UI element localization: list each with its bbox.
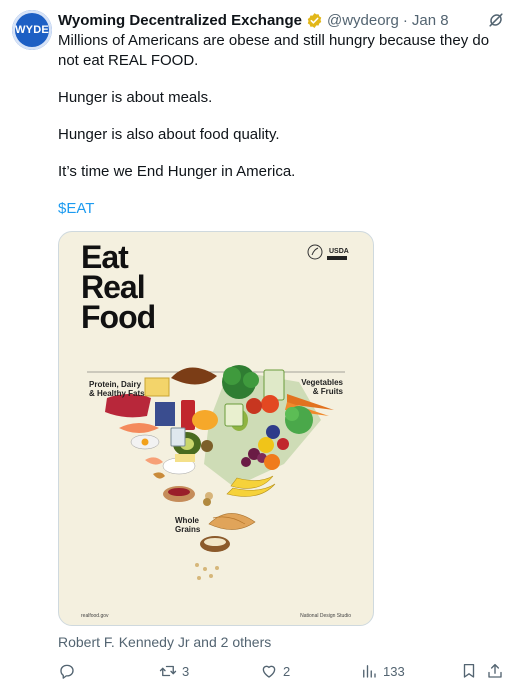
- poster-footer-right: National Design Studio: [300, 613, 351, 619]
- poster-footer-left: realfood.gov: [81, 613, 109, 619]
- label-line: & Healthy Fats: [89, 389, 145, 398]
- reply-icon: [60, 664, 74, 679]
- tweet-date[interactable]: Jan 8: [412, 12, 449, 29]
- grok-icon[interactable]: [486, 10, 506, 30]
- author-name[interactable]: Wyoming Decentralized Exchange: [58, 12, 302, 29]
- repost-count: 3: [182, 663, 190, 679]
- label-line: Vegetables: [301, 378, 343, 387]
- repost-button[interactable]: 3: [159, 662, 189, 680]
- like-button[interactable]: 2: [260, 662, 290, 680]
- label-line: Protein, Dairy: [89, 380, 142, 389]
- share-button[interactable]: [486, 662, 504, 680]
- cashtag-link[interactable]: $EAT: [58, 200, 94, 217]
- label-line: Whole: [175, 516, 199, 525]
- tweet-article[interactable]: WYDE Wyoming Decentralized Exchange @wyd…: [0, 0, 520, 690]
- repost-icon: [159, 665, 177, 677]
- whole-grains-label: Whole Grains: [175, 516, 200, 534]
- views-button[interactable]: 133: [360, 662, 405, 680]
- protein-dairy-label: Protein, Dairy & Healthy Fats: [89, 380, 145, 398]
- tweet-text: Millions of Americans are obese and stil…: [58, 31, 508, 236]
- action-bar: 3 2 133: [58, 662, 502, 684]
- bookmark-button[interactable]: [460, 662, 478, 680]
- tweet-paragraph: Hunger is also about food quality.: [58, 126, 280, 143]
- label-line: & Fruits: [312, 387, 343, 396]
- bookmark-icon: [463, 663, 475, 678]
- verified-badge-icon: [307, 12, 322, 28]
- tweet-paragraph: Millions of Americans are obese and stil…: [58, 32, 490, 69]
- tweet-header: Wyoming Decentralized Exchange @wydeorg …: [58, 10, 449, 30]
- analytics-icon: [363, 665, 376, 678]
- vegetables-fruits-label: Vegetables & Fruits: [301, 378, 343, 396]
- avatar[interactable]: WYDE: [12, 10, 52, 50]
- label-line: Grains: [175, 525, 201, 534]
- heart-icon: [262, 665, 276, 678]
- avatar-text: WYDE: [15, 24, 49, 36]
- food-pyramid-illustration: [87, 365, 345, 580]
- tweet-paragraph: It’s time we End Hunger in America.: [58, 163, 296, 180]
- view-count: 133: [383, 663, 405, 679]
- separator-dot: ·: [402, 11, 408, 29]
- share-icon: [488, 663, 502, 678]
- liked-by-text[interactable]: Robert F. Kennedy Jr and 2 others: [58, 634, 271, 650]
- author-handle[interactable]: @wydeorg: [327, 12, 399, 29]
- like-count: 2: [283, 663, 291, 679]
- tweet-paragraph: Hunger is about meals.: [58, 89, 213, 106]
- reply-button[interactable]: [58, 662, 81, 680]
- tweet-media-image[interactable]: Eat Real Food USDA Protein, Dairy & Heal…: [58, 231, 374, 626]
